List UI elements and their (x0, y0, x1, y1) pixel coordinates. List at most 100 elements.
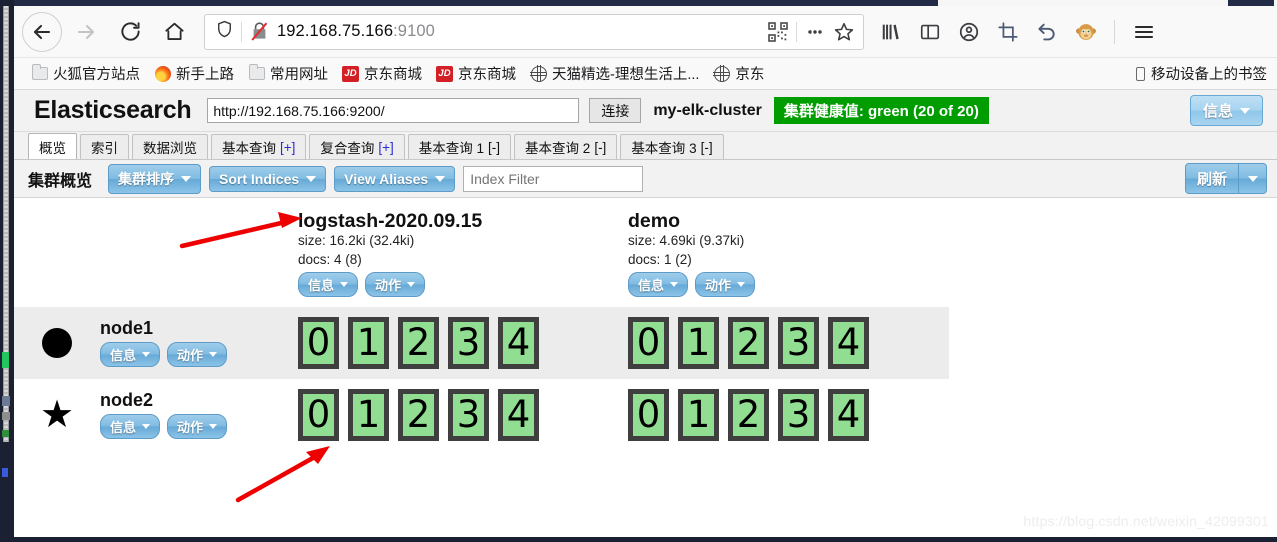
bookmark-label: 京东 (735, 67, 765, 83)
tab-overview[interactable]: 概览 (28, 133, 77, 159)
header-info-button[interactable]: 信息 (1189, 95, 1263, 126)
screenshot-crop-icon[interactable] (997, 21, 1019, 43)
chevron-down-icon (209, 351, 218, 357)
shard-box[interactable]: 4 (828, 388, 869, 441)
bookmark-item[interactable]: 火狐官方站点 (24, 61, 147, 86)
connect-button[interactable]: 连接 (589, 98, 642, 123)
index-docs: docs: 1 (2) (628, 251, 692, 267)
bookmark-star-icon[interactable] (833, 21, 855, 43)
shard-box[interactable]: 4 (828, 316, 869, 369)
background-scrollbar (3, 6, 9, 442)
table-row: ★ node2 信息 动作 0 1 2 3 4 0 1 2 3 4 (14, 379, 949, 451)
cluster-overview-toolbar: 集群概览 集群排序 Sort Indices View Aliases 刷新 (14, 160, 1277, 198)
index-docs: docs: 4 (8) (298, 251, 362, 267)
sort-cluster-button[interactable]: 集群排序 (108, 163, 202, 194)
index-filter-input[interactable] (463, 165, 644, 192)
bookmark-item[interactable]: JD 京东商城 (335, 61, 429, 86)
index-name: logstash-2020.09.15 (298, 210, 483, 232)
shard-box[interactable]: 4 (498, 316, 539, 369)
index-info-button[interactable]: 信息 (298, 271, 359, 297)
jd-icon: JD (436, 65, 453, 82)
view-aliases-label: View Aliases (344, 170, 429, 187)
shard-box[interactable]: 1 (348, 316, 389, 369)
shield-icon[interactable] (215, 19, 234, 44)
node-info-button[interactable]: 信息 (100, 413, 161, 439)
hamburger-menu-icon[interactable] (1132, 20, 1156, 44)
toolbar-divider (1114, 19, 1115, 44)
url-divider (241, 21, 242, 42)
shard-box[interactable]: 0 (628, 316, 669, 369)
tab-browser[interactable]: 数据浏览 (132, 134, 208, 159)
tab-basic-query-3[interactable]: 基本查询 3 [-] (620, 134, 724, 159)
shard-box[interactable]: 1 (348, 388, 389, 441)
node-info-button[interactable]: 信息 (100, 341, 161, 367)
broken-lock-icon[interactable] (251, 22, 268, 41)
shard-box[interactable]: 1 (678, 388, 719, 441)
shard-box[interactable]: 2 (728, 316, 769, 369)
node-action-label: 动作 (177, 419, 204, 435)
view-aliases-button[interactable]: View Aliases (334, 165, 456, 192)
shard-box[interactable]: 3 (778, 388, 819, 441)
bookmark-item[interactable]: 京东 (706, 61, 771, 86)
chevron-down-icon (407, 281, 416, 287)
refresh-button[interactable]: 刷新 (1184, 163, 1239, 194)
ellipsis-icon[interactable] (805, 22, 825, 42)
tab-close-suffix[interactable]: [-] (594, 140, 606, 155)
refresh-group: 刷新 (1184, 163, 1267, 194)
tab-close-suffix[interactable]: [-] (701, 140, 713, 155)
node-action-button[interactable]: 动作 (167, 341, 228, 367)
account-icon[interactable] (958, 21, 980, 43)
sidebar-icon[interactable] (919, 21, 941, 43)
tab-close-suffix[interactable]: [-] (488, 140, 500, 155)
bookmark-item[interactable]: 天猫精选-理想生活上... (523, 61, 706, 86)
shard-box[interactable]: 2 (398, 316, 439, 369)
shard-box[interactable]: 0 (298, 316, 339, 369)
tab-label: 复合查询 (320, 141, 375, 156)
index-action-button[interactable]: 动作 (695, 271, 756, 297)
monkey-extension-icon[interactable] (1075, 21, 1097, 43)
undo-icon[interactable] (1036, 21, 1058, 43)
home-button-icon[interactable] (154, 12, 194, 52)
reload-button-icon[interactable] (110, 12, 150, 52)
bookmark-label: 火狐官方站点 (53, 67, 140, 83)
app-title: Elasticsearch (34, 96, 192, 124)
globe-icon (529, 64, 547, 82)
chevron-down-icon (142, 351, 151, 357)
app-header: Elasticsearch 连接 my-elk-cluster 集群健康值: g… (14, 90, 1277, 132)
tab-basic-query-new[interactable]: 基本查询 [+] (211, 134, 307, 159)
shard-box[interactable]: 4 (498, 388, 539, 441)
bookmark-item[interactable]: JD 京东商城 (429, 61, 523, 86)
watermark-text: https://blog.csdn.net/weixin_42099301 (1023, 513, 1269, 529)
tab-basic-query-1[interactable]: 基本查询 1 [-] (407, 134, 512, 159)
qr-code-icon[interactable] (768, 21, 788, 42)
url-bar[interactable]: 192.168.75.166:9100 (204, 13, 864, 50)
shard-box[interactable]: 3 (448, 388, 489, 441)
node-star-icon: ★ (39, 393, 75, 436)
url-text: 192.168.75.166:9100 (277, 22, 435, 41)
shard-box[interactable]: 0 (298, 388, 339, 441)
bookmark-item[interactable]: 新手上路 (147, 61, 241, 86)
forward-button-icon[interactable] (66, 12, 106, 52)
index-info-button[interactable]: 信息 (628, 271, 689, 297)
shard-box[interactable]: 3 (778, 316, 819, 369)
shard-box[interactable]: 1 (678, 316, 719, 369)
node-marker (14, 327, 100, 358)
shard-box[interactable]: 2 (728, 388, 769, 441)
refresh-dropdown-button[interactable] (1239, 163, 1267, 194)
chevron-down-icon (737, 281, 746, 287)
library-icon[interactable] (880, 21, 902, 43)
shard-box[interactable]: 0 (628, 388, 669, 441)
cluster-url-input[interactable] (207, 98, 580, 123)
tab-composite-query-new[interactable]: 复合查询 [+] (309, 134, 405, 159)
mobile-bookmarks-item[interactable]: 移动设备上的书签 (1136, 63, 1267, 84)
tab-basic-query-2[interactable]: 基本查询 2 [-] (514, 134, 618, 159)
tab-indices[interactable]: 索引 (80, 134, 129, 159)
bookmark-item[interactable]: 常用网址 (241, 61, 335, 86)
index-action-button[interactable]: 动作 (365, 271, 426, 297)
shard-box[interactable]: 2 (398, 388, 439, 441)
back-button-icon[interactable] (22, 11, 62, 52)
node-action-button[interactable]: 动作 (167, 413, 228, 439)
cluster-table: logstash-2020.09.15 size: 16.2ki (32.4ki… (14, 198, 1277, 451)
sort-indices-button[interactable]: Sort Indices (209, 165, 327, 192)
shard-box[interactable]: 3 (448, 316, 489, 369)
